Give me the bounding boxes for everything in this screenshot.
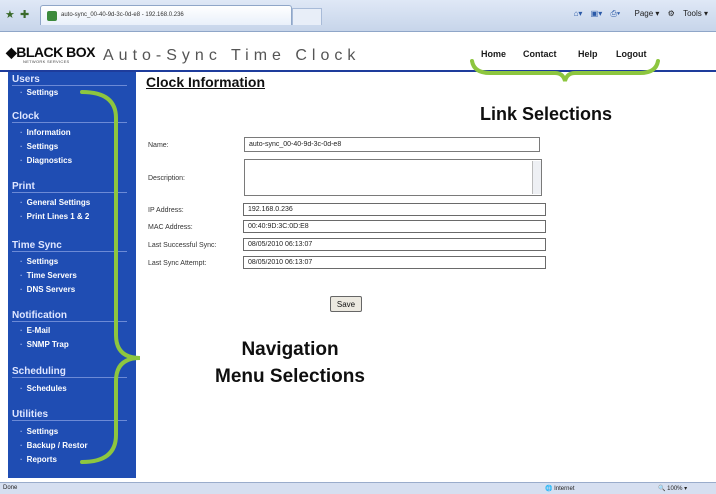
- sidebar-item-users-settings[interactable]: Settings: [20, 88, 59, 97]
- home-icon[interactable]: ⌂▾: [574, 9, 583, 18]
- browser-status-bar: Done 🌐 Internet 🔍 100% ▾: [0, 482, 716, 494]
- sidebar-item-email[interactable]: E-Mail: [20, 326, 51, 335]
- sidebar-item-print-general-settings[interactable]: General Settings: [20, 198, 91, 207]
- sidebar-item-time-servers[interactable]: Time Servers: [20, 271, 77, 280]
- command-bar: ⌂▾ ▣▾ ⎙▾ Page ▾ ⚙ Tools ▾: [568, 9, 708, 19]
- name-label: Name:: [148, 142, 169, 149]
- mac-address-label: MAC Address:: [148, 224, 193, 231]
- help-link[interactable]: Help: [578, 49, 598, 59]
- description-scrollbar[interactable]: [532, 161, 541, 194]
- sidebar-heading-print: Print: [12, 181, 35, 192]
- description-field[interactable]: [244, 159, 542, 196]
- home-link[interactable]: Home: [481, 49, 506, 59]
- sidebar-heading-utilities: Utilities: [12, 409, 49, 420]
- last-sync-label: Last Successful Sync:: [148, 242, 217, 249]
- sidebar-item-backup-restore[interactable]: Backup / Restor: [20, 441, 88, 450]
- feeds-icon[interactable]: ▣▾: [591, 9, 603, 18]
- last-attempt-field[interactable]: [243, 256, 546, 269]
- browser-toolbar: ★ ✚ auto-sync_00-40-9d-3c-0d-e8 - 192.16…: [0, 0, 716, 32]
- zoom-level[interactable]: 🔍 100% ▾: [658, 485, 687, 492]
- sidebar-heading-scheduling: Scheduling: [12, 366, 66, 377]
- sidebar-item-print-lines[interactable]: Print Lines 1 & 2: [20, 212, 90, 221]
- sidebar-item-snmp-trap[interactable]: SNMP Trap: [20, 340, 69, 349]
- mac-address-field[interactable]: [243, 220, 546, 233]
- ip-address-field[interactable]: [243, 203, 546, 216]
- sidebar-divider: [12, 192, 127, 193]
- sidebar-item-time-sync-settings[interactable]: Settings: [20, 257, 59, 266]
- new-tab-button[interactable]: [292, 8, 322, 25]
- sidebar-item-clock-diagnostics[interactable]: Diagnostics: [20, 156, 72, 165]
- browser-tab[interactable]: auto-sync_00-40-9d-3c-0d-e8 - 192.168.0.…: [40, 5, 292, 25]
- sidebar-heading-time-sync: Time Sync: [12, 240, 62, 251]
- contact-link[interactable]: Contact: [523, 49, 557, 59]
- security-zone: 🌐 Internet: [545, 486, 575, 492]
- sidebar-item-utilities-settings[interactable]: Settings: [20, 427, 59, 436]
- save-button[interactable]: Save: [330, 296, 362, 312]
- sidebar-item-reports[interactable]: Reports: [20, 455, 57, 464]
- sidebar-heading-clock: Clock: [12, 111, 40, 122]
- sidebar-heading-notification: Notification: [12, 310, 67, 321]
- sidebar-divider: [12, 321, 127, 322]
- app-title: Auto-Sync Time Clock: [103, 47, 361, 64]
- favorites-star-icon[interactable]: ★: [5, 8, 15, 21]
- tools-menu[interactable]: ⚙ Tools ▾: [668, 9, 708, 18]
- status-text: Done: [3, 485, 18, 491]
- last-sync-field[interactable]: [243, 238, 546, 251]
- print-icon[interactable]: ⎙▾: [610, 9, 620, 18]
- tab-favicon-icon: [47, 11, 57, 21]
- name-field[interactable]: [244, 137, 540, 152]
- sidebar-item-clock-information[interactable]: Information: [20, 128, 71, 137]
- page-header: ◆BLACK BOX NETWORK SERVICES Auto-Sync Ti…: [0, 33, 716, 71]
- page-menu[interactable]: Page ▾: [628, 9, 659, 18]
- tab-title: auto-sync_00-40-9d-3c-0d-e8 - 192.168.0.…: [61, 12, 184, 18]
- last-attempt-label: Last Sync Attempt:: [148, 260, 207, 267]
- page-title: Clock Information: [146, 74, 266, 90]
- sidebar-item-schedules[interactable]: Schedules: [20, 384, 67, 393]
- ip-address-label: IP Address:: [148, 207, 184, 214]
- link-selections-annotation: Link Selections: [480, 104, 613, 124]
- logout-link[interactable]: Logout: [616, 49, 647, 59]
- navigation-sidebar: Users Settings Clock Information Setting…: [8, 72, 136, 478]
- sidebar-divider: [12, 85, 127, 86]
- sidebar-heading-users: Users: [12, 74, 40, 85]
- add-favorites-icon[interactable]: ✚: [20, 8, 29, 21]
- sidebar-item-dns-servers[interactable]: DNS Servers: [20, 285, 75, 294]
- navigation-annotation-line1: Navigation: [241, 339, 339, 360]
- sidebar-item-clock-settings[interactable]: Settings: [20, 142, 59, 151]
- sidebar-divider: [12, 251, 127, 252]
- sidebar-divider: [12, 377, 127, 378]
- sidebar-divider: [12, 420, 127, 421]
- navigation-annotation-line2: Menu Selections: [215, 366, 365, 387]
- logo-subtitle: NETWORK SERVICES: [23, 59, 70, 64]
- sidebar-divider: [12, 122, 127, 123]
- description-label: Description:: [148, 175, 185, 182]
